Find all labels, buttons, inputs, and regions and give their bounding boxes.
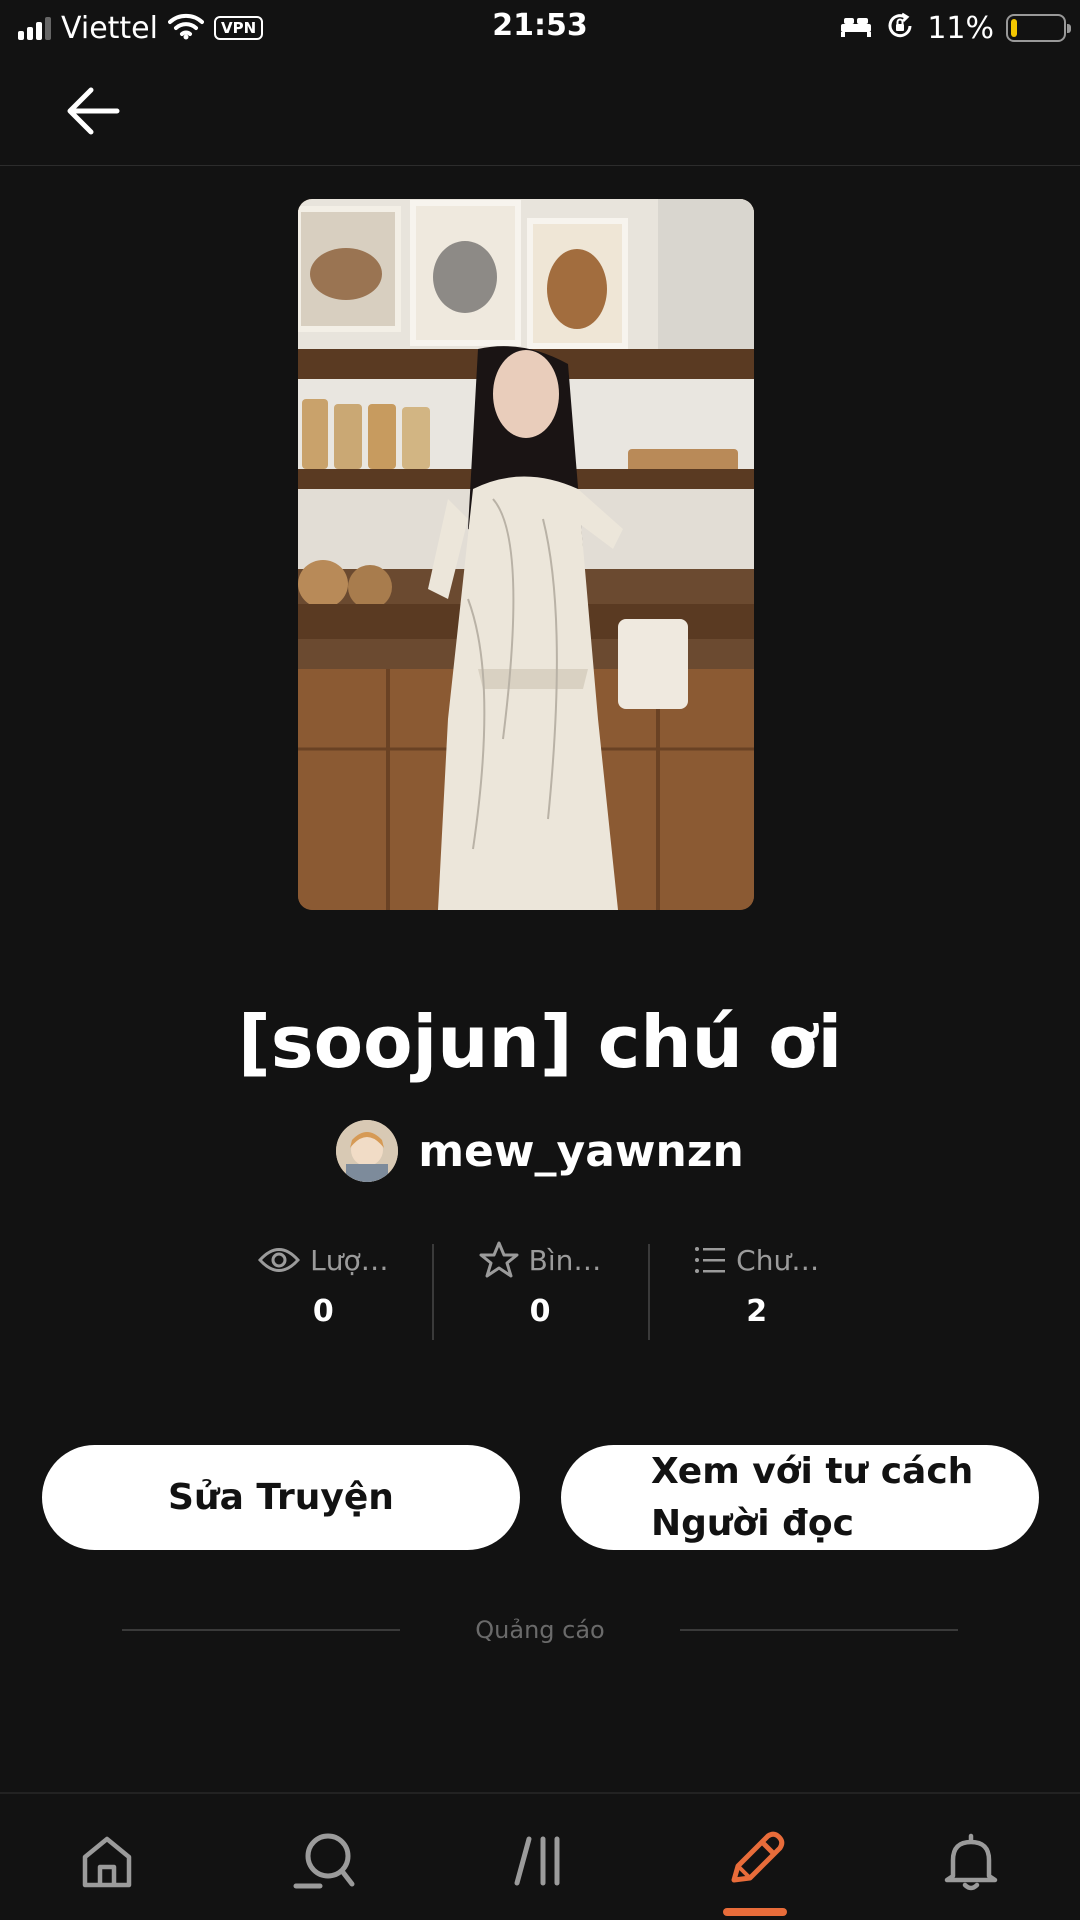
home-icon (82, 1836, 132, 1888)
ad-divider: Quảng cáo (122, 1614, 958, 1646)
author-row[interactable]: mew_yawnzn (0, 1118, 1080, 1184)
stat-label: Bìn… (528, 1243, 602, 1277)
reader-label-line2: Người đọc (651, 1502, 854, 1544)
sleep-icon (839, 14, 873, 42)
divider-line (122, 1629, 400, 1631)
view-as-reader-button[interactable]: Xem với tư cách Người đọc (561, 1445, 1039, 1550)
story-title: [soojun] chú ơi (237, 1000, 843, 1084)
status-right: 11% (839, 10, 1071, 46)
story-stats: Lượ… 0 Bìn… 0 Chư… 2 (215, 1240, 865, 1340)
library-icon (514, 1836, 560, 1886)
stat-value: 2 (746, 1294, 768, 1329)
battery-icon (1006, 14, 1071, 42)
star-icon (479, 1241, 519, 1278)
stat-parts: Chư… 2 (648, 1240, 865, 1340)
author-name[interactable]: mew_yawnzn (418, 1126, 744, 1177)
eye-icon (258, 1248, 301, 1272)
stat-value: 0 (529, 1294, 551, 1329)
divider-line (680, 1629, 958, 1631)
nav-search[interactable] (280, 1816, 370, 1906)
battery-level (1011, 19, 1017, 37)
story-cover-image (298, 199, 754, 910)
nav-write[interactable] (710, 1816, 800, 1906)
rotation-lock-icon (885, 11, 915, 45)
stat-label: Lượ… (310, 1243, 389, 1277)
battery-percent: 11% (927, 10, 994, 46)
back-button[interactable] (58, 76, 128, 146)
stat-label: Chư… (736, 1243, 820, 1277)
stat-reads: Lượ… 0 (215, 1240, 432, 1340)
list-icon (695, 1247, 726, 1273)
top-header (0, 56, 1080, 166)
bottom-nav (0, 1792, 1080, 1920)
search-icon (293, 1833, 355, 1889)
nav-library[interactable] (496, 1816, 586, 1906)
bell-icon (944, 1833, 998, 1891)
active-tab-indicator (723, 1908, 787, 1916)
nav-notifications[interactable] (926, 1816, 1016, 1906)
status-bar: Viettel VPN 21:53 11% (0, 0, 1080, 56)
write-icon (731, 1831, 785, 1883)
arrow-left-icon (67, 87, 120, 135)
reader-label-line1: Xem với tư cách (651, 1450, 974, 1492)
edit-story-button[interactable]: Sửa Truyện (42, 1445, 520, 1550)
stat-value: 0 (312, 1294, 334, 1329)
ad-label: Quảng cáo (475, 1616, 605, 1644)
nav-home[interactable] (62, 1816, 152, 1906)
stat-votes: Bìn… 0 (431, 1240, 649, 1340)
avatar[interactable] (336, 1120, 399, 1182)
